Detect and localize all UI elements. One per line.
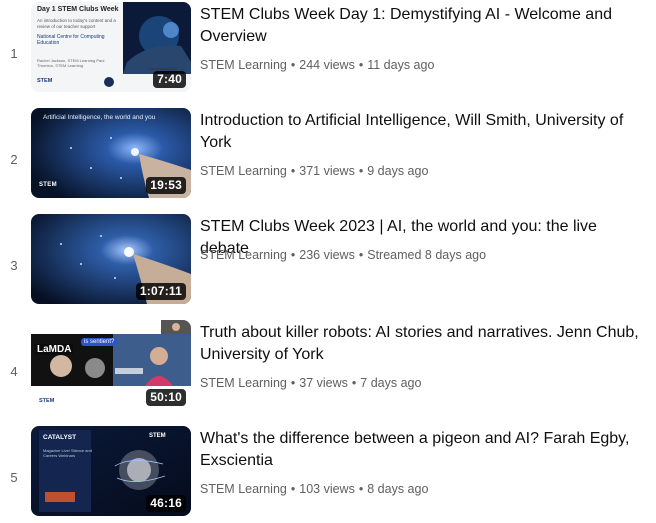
meta-separator: • <box>290 376 296 390</box>
stem-logo: STEM <box>39 398 55 404</box>
thumb-names: Rachel Jackson, STEM Learning Paul Thorn… <box>37 58 105 68</box>
view-count: 103 views <box>299 482 355 496</box>
channel-name[interactable]: STEM Learning <box>200 376 287 390</box>
video-title[interactable]: Truth about killer robots: AI stories an… <box>200 322 650 366</box>
stem-logo: STEM <box>149 433 166 439</box>
item-index: 3 <box>10 258 18 273</box>
video-thumbnail[interactable]: Day 1 STEM Clubs Week An introduction to… <box>31 2 191 92</box>
playlist: 1 Day 1 STEM Clubs Week An introduction … <box>0 0 656 523</box>
thumb-heading: Day 1 STEM Clubs Week <box>37 6 119 13</box>
meta-separator: • <box>290 164 296 178</box>
meta-separator: • <box>290 248 296 262</box>
thumb-catalyst-text: CATALYST <box>43 434 77 441</box>
playlist-item[interactable]: 5 CATALYST Magazine Live! Silence and Ca <box>0 426 656 522</box>
upload-age: 8 days ago <box>367 482 429 496</box>
meta-separator: • <box>290 58 296 72</box>
video-thumbnail[interactable]: 1:07:11 <box>31 214 191 304</box>
duration-badge: 50:10 <box>146 389 186 406</box>
playlist-item[interactable]: 2 Artificial Intelligence, the world and… <box>0 108 656 204</box>
playlist-item[interactable]: 1 Day 1 STEM Clubs Week An introduction … <box>0 2 656 98</box>
meta-separator: • <box>358 58 364 72</box>
playlist-item[interactable]: 3 1:07:11 STEM Clubs Week 2023 | AI, the… <box>0 214 656 310</box>
view-count: 236 views <box>299 248 355 262</box>
video-title[interactable]: STEM Clubs Week Day 1: Demystifying AI -… <box>200 4 650 48</box>
view-count: 244 views <box>299 58 355 72</box>
thumb-magazine-text: Magazine Live! Silence and Careers Webin… <box>43 448 92 458</box>
thumb-org: National Centre for Computing Education <box>37 34 105 46</box>
video-thumbnail[interactable]: Artificial Intelligence, the world and y… <box>31 108 191 198</box>
meta-separator: • <box>358 164 364 178</box>
thumb-lamda-text: LaMDA <box>35 344 74 355</box>
video-meta: STEM Learning • 244 views • 11 days ago <box>200 57 434 73</box>
thumb-subtitle: An introduction to today's content and a… <box>37 18 116 29</box>
duration-badge: 46:16 <box>146 495 186 512</box>
upload-age: Streamed 8 days ago <box>367 248 487 262</box>
channel-name[interactable]: STEM Learning <box>200 482 287 496</box>
video-thumbnail[interactable]: CATALYST Magazine Live! Silence and Care… <box>31 426 191 516</box>
duration-badge: 19:53 <box>146 177 186 194</box>
playlist-item[interactable]: 4 LaMDA is sentient? STEM 50:10 Truth ab… <box>0 320 656 416</box>
item-index: 1 <box>10 46 18 61</box>
video-title[interactable]: Introduction to Artificial Intelligence,… <box>200 110 650 154</box>
upload-age: 7 days ago <box>360 376 422 390</box>
meta-separator: • <box>290 482 296 496</box>
duration-badge: 7:40 <box>153 71 186 88</box>
meta-separator: • <box>358 248 364 262</box>
video-meta: STEM Learning • 103 views • 8 days ago <box>200 481 428 497</box>
video-meta: STEM Learning • 236 views • Streamed 8 days … <box>200 247 486 263</box>
item-index: 4 <box>10 364 18 379</box>
stem-logo: STEM <box>37 78 53 84</box>
video-meta: STEM Learning • 37 views • 7 days ago <box>200 375 421 391</box>
duration-badge: 1:07:11 <box>135 283 186 300</box>
view-count: 371 views <box>299 164 355 178</box>
video-thumbnail[interactable]: LaMDA is sentient? STEM 50:10 <box>31 320 191 410</box>
channel-name[interactable]: STEM Learning <box>200 248 287 262</box>
upload-age: 9 days ago <box>367 164 429 178</box>
item-index: 2 <box>10 152 18 167</box>
upload-age: 11 days ago <box>367 58 435 72</box>
view-count: 37 views <box>299 376 348 390</box>
meta-separator: • <box>351 376 357 390</box>
channel-name[interactable]: STEM Learning <box>200 164 287 178</box>
thumb-sentient-text: is sentient? <box>81 338 118 346</box>
video-title[interactable]: What's the difference between a pigeon a… <box>200 428 650 472</box>
video-meta: STEM Learning • 371 views • 9 days ago <box>200 163 428 179</box>
item-index: 5 <box>10 470 18 485</box>
thumb-caption: Artificial Intelligence, the world and y… <box>43 114 156 121</box>
meta-separator: • <box>358 482 364 496</box>
channel-name[interactable]: STEM Learning <box>200 58 287 72</box>
stem-logo: STEM <box>39 182 57 188</box>
